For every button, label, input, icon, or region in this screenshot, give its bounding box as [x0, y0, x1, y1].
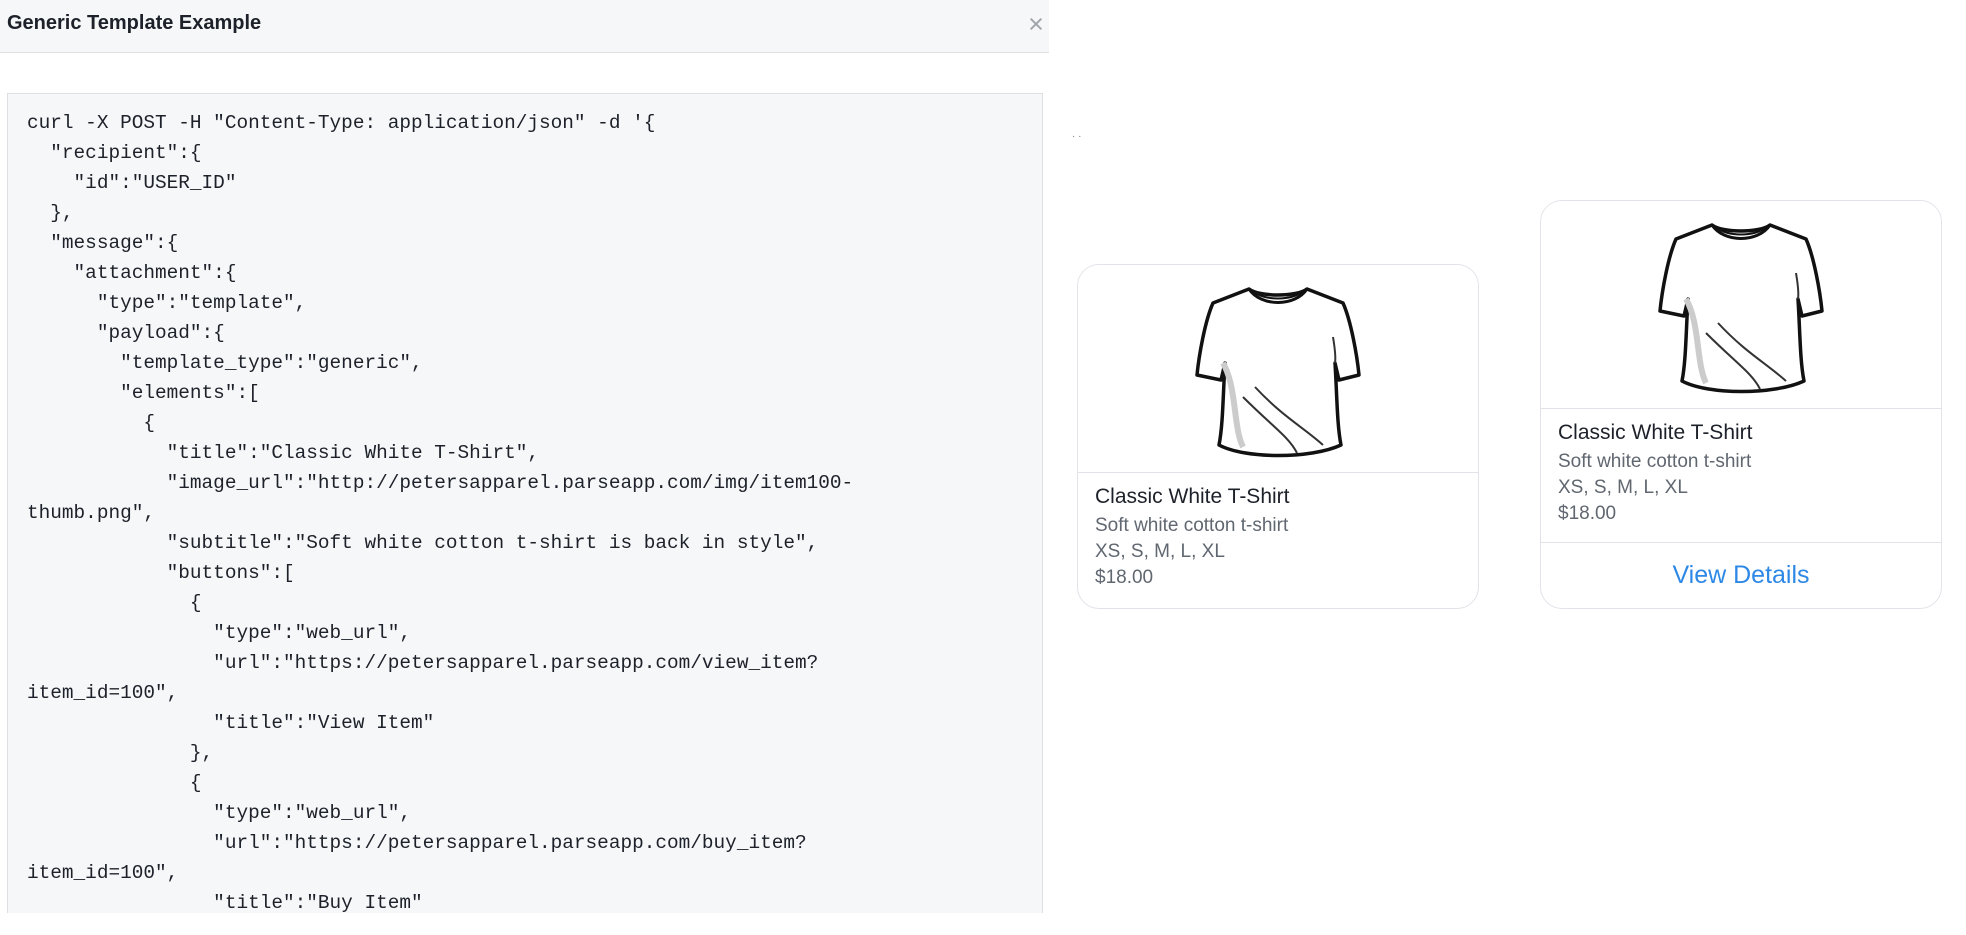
t-shirt-icon [1195, 287, 1361, 458]
product-image [1541, 201, 1941, 409]
product-card[interactable]: Classic White T-Shirt Soft white cotton … [1540, 200, 1942, 609]
code-line: "title":"View Item" [27, 712, 435, 734]
code-line: "type":"template", [27, 292, 307, 314]
code-line: { [27, 592, 202, 614]
close-icon[interactable]: × [1025, 10, 1047, 38]
code-line: item_id=100", [27, 862, 179, 884]
code-line: "title":"Buy Item" [27, 892, 423, 913]
card-title: Classic White T-Shirt [1558, 421, 1753, 444]
code-line: "template_type":"generic", [27, 352, 423, 374]
code-line: "payload":{ [27, 322, 225, 344]
dialog-header: Generic Template Example × [0, 0, 1049, 53]
view-details-button[interactable]: View Details [1541, 542, 1941, 608]
code-line: "subtitle":"Soft white cotton t-shirt is… [27, 532, 819, 554]
code-line: "title":"Classic White T-Shirt", [27, 442, 539, 464]
card-title: Classic White T-Shirt [1095, 485, 1290, 508]
code-line: "elements":[ [27, 382, 260, 404]
product-card[interactable]: Classic White T-Shirt Soft white cotton … [1077, 264, 1479, 609]
code-line: thumb.png", [27, 502, 155, 524]
dialog-body: curl -X POST -H "Content-Type: applicati… [0, 53, 1049, 913]
code-line: item_id=100", [27, 682, 179, 704]
code-line: "message":{ [27, 232, 179, 254]
code-block[interactable]: curl -X POST -H "Content-Type: applicati… [7, 93, 1043, 913]
code-line: "type":"web_url", [27, 802, 411, 824]
code-line: "id":"USER_ID" [27, 172, 237, 194]
code-line: "buttons":[ [27, 562, 295, 584]
code-line: }, [27, 202, 74, 224]
card-price: $18.00 [1095, 567, 1154, 588]
card-sizes: XS, S, M, L, XL [1558, 477, 1688, 498]
t-shirt-icon [1658, 223, 1824, 394]
card-sizes: XS, S, M, L, XL [1095, 541, 1225, 562]
code-line: "url":"https://petersapparel.parseapp.co… [27, 832, 807, 854]
code-line: }, [27, 742, 214, 764]
code-line: "image_url":"http://petersapparel.parsea… [27, 472, 854, 494]
code-line: curl -X POST -H "Content-Type: applicati… [27, 112, 656, 134]
stray-mark: · · [1072, 131, 1082, 142]
card-subtitle: Soft white cotton t-shirt [1558, 451, 1752, 472]
code-line: "attachment":{ [27, 262, 237, 284]
code-line: "type":"web_url", [27, 622, 411, 644]
code-line: { [27, 772, 202, 794]
card-price: $18.00 [1558, 503, 1617, 524]
code-line: { [27, 412, 155, 434]
code-line: "recipient":{ [27, 142, 202, 164]
product-image [1078, 265, 1478, 473]
dialog-title: Generic Template Example [7, 12, 262, 34]
card-subtitle: Soft white cotton t-shirt [1095, 515, 1289, 536]
code-line: "url":"https://petersapparel.parseapp.co… [27, 652, 819, 674]
